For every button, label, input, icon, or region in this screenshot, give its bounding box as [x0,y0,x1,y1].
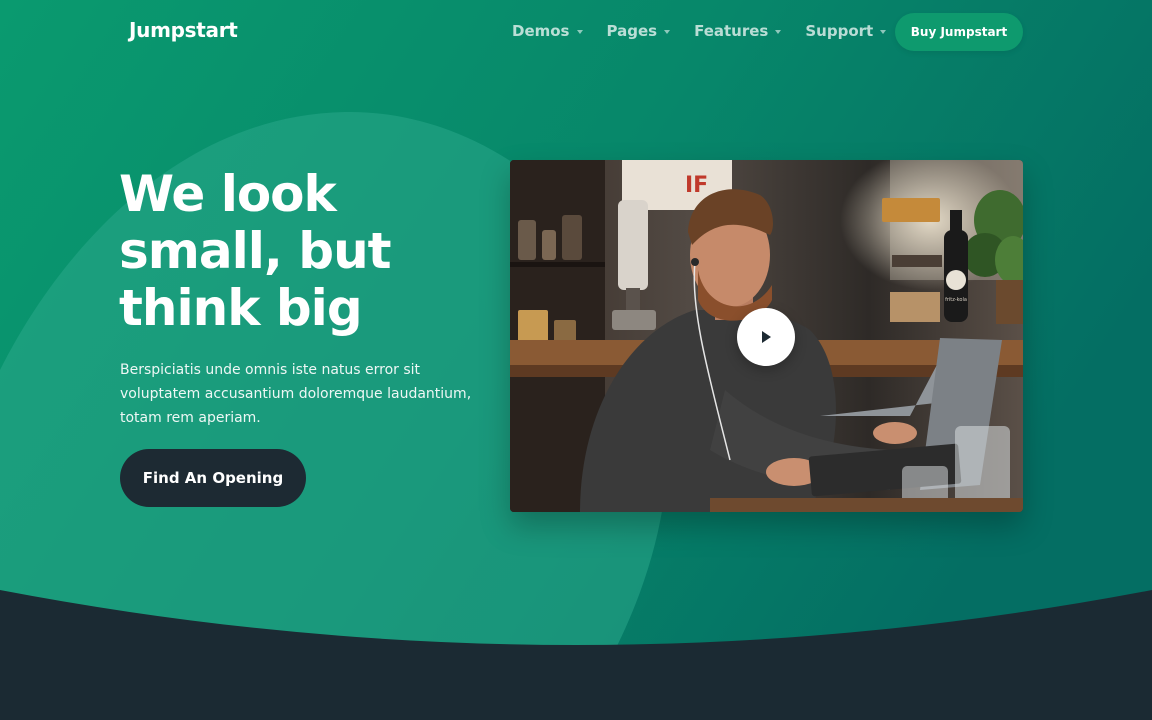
menu-item-label: Demos [512,22,570,40]
sign-text: IF [685,173,708,198]
headline-line: small, but [119,222,392,280]
hero-lead-text: Berspiciatis unde omnis iste natus error… [120,362,472,426]
find-an-opening-button[interactable]: Find An Opening [120,449,306,507]
caret-down-icon [880,29,887,34]
menu-item-features[interactable]: Features [694,22,782,40]
play-video-button[interactable] [737,308,795,366]
menu-item-label: Features [694,22,769,40]
caret-down-icon [775,29,782,34]
brand-logo[interactable]: Jumpstart [129,18,238,42]
menu-item-support[interactable]: Support [805,22,887,40]
headline-line: think big [119,279,363,337]
menu-item-pages[interactable]: Pages [607,22,671,40]
hero-section: Jumpstart Demos Pages Features Support B… [0,0,1152,720]
top-navbar: Jumpstart Demos Pages Features Support B… [0,0,1152,64]
menu-item-label: Support [805,22,874,40]
bottle-label: fritz-kola [945,297,967,303]
caret-down-icon [576,29,583,34]
headline-line: We look [119,165,337,223]
caret-down-icon [664,29,671,34]
menu-item-label: Pages [606,22,658,40]
play-icon [762,331,771,343]
main-menu: Demos Pages Features Support [512,22,910,40]
buy-jumpstart-button[interactable]: Buy Jumpstart [895,13,1023,51]
video-thumbnail[interactable]: IF fritz-kola [510,160,1023,512]
menu-item-demos[interactable]: Demos [512,22,583,40]
hero-headline: We look small, but think big [119,166,479,337]
